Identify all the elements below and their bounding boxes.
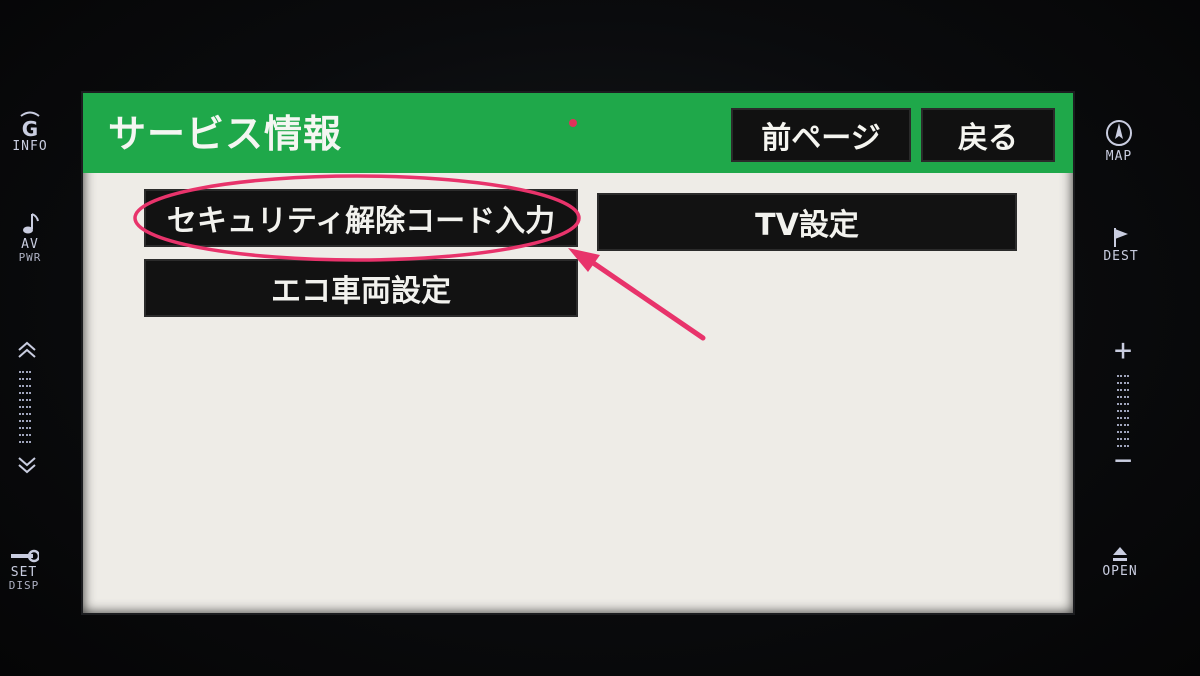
volume-plus-label: + <box>1113 333 1133 368</box>
prev-page-button[interactable]: 前ページ <box>731 108 911 162</box>
set-disp-button[interactable]: SET DISP <box>4 548 44 592</box>
map-label: MAP <box>1105 149 1133 164</box>
volume-up-button[interactable]: + <box>1108 336 1138 366</box>
g-info-icon: G <box>20 111 40 138</box>
info-button[interactable]: G INFO <box>10 110 50 154</box>
set-label: SET <box>10 565 38 580</box>
dest-button[interactable]: DEST <box>1099 226 1143 264</box>
display-screen: サービス情報 前ページ 戻る セキュリティ解除コード入力 TV設定 エコ車両設定 <box>83 93 1073 613</box>
wrench-icon <box>11 549 39 563</box>
open-label: OPEN <box>1102 564 1138 579</box>
open-button[interactable]: OPEN <box>1098 545 1142 579</box>
av-pwr-button[interactable]: AV PWR <box>10 212 50 264</box>
eco-vehicle-settings-button[interactable]: エコ車両設定 <box>144 259 578 317</box>
svg-text:G: G <box>22 117 38 138</box>
compass-icon <box>1106 120 1132 146</box>
dest-label: DEST <box>1103 249 1139 264</box>
double-chevron-up-icon <box>18 341 36 358</box>
info-label: INFO <box>12 139 48 154</box>
volume-down-button[interactable]: − <box>1108 446 1138 476</box>
disp-label: DISP <box>8 579 40 592</box>
scroll-down-button[interactable] <box>12 455 42 477</box>
back-button[interactable]: 戻る <box>921 108 1055 162</box>
music-note-icon <box>23 213 39 234</box>
page-title: サービス情報 <box>108 112 343 156</box>
scroll-up-button[interactable] <box>12 340 42 362</box>
header-bar: サービス情報 前ページ 戻る <box>83 93 1073 173</box>
scroll-track[interactable] <box>18 368 32 448</box>
av-label: AV <box>21 237 39 252</box>
eject-icon <box>1113 547 1127 561</box>
security-code-input-button[interactable]: セキュリティ解除コード入力 <box>144 189 578 247</box>
volume-minus-label: − <box>1113 443 1133 478</box>
double-chevron-down-icon <box>18 457 36 474</box>
pwr-label: PWR <box>18 251 42 264</box>
map-button[interactable]: MAP <box>1097 118 1141 164</box>
flag-icon <box>1114 228 1128 247</box>
tv-settings-button[interactable]: TV設定 <box>597 193 1017 251</box>
volume-track[interactable] <box>1116 372 1130 452</box>
status-dot <box>569 119 577 127</box>
